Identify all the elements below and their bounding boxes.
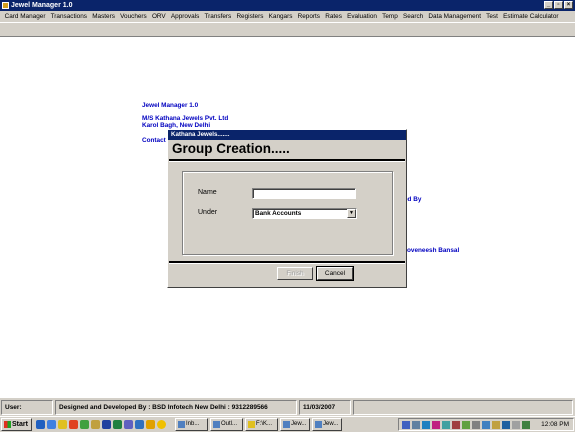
task-folder[interactable]: F:\K...	[245, 418, 278, 431]
menu-estimate-calculator[interactable]: Estimate Calculator	[501, 11, 562, 22]
task-label: Jew...	[323, 421, 339, 427]
menu-evaluation[interactable]: Evaluation	[345, 11, 380, 22]
task-label: Jew...	[291, 421, 307, 427]
task-icon	[178, 421, 185, 428]
task-icon	[248, 421, 255, 428]
app-icon-2[interactable]	[91, 420, 100, 429]
menu-registers[interactable]: Registers	[234, 11, 266, 22]
menu-orv[interactable]: ORV	[149, 11, 168, 22]
menu-card-manager[interactable]: Card Manager	[2, 11, 48, 22]
tray-icon-6[interactable]	[452, 421, 460, 429]
heading-divider	[169, 159, 405, 162]
status-date: 11/03/2007	[299, 400, 351, 415]
task-jewel-1[interactable]: Jew...	[280, 418, 310, 431]
media-icon[interactable]	[69, 420, 78, 429]
bg-contact: Contact	[142, 137, 166, 144]
menu-approvals[interactable]: Approvals	[168, 11, 202, 22]
tray-icon-5[interactable]	[442, 421, 450, 429]
bg-address: Karol Bagh, New Delhi	[142, 122, 211, 129]
app-icon	[2, 2, 9, 9]
dialog-title-bar: Kathana Jewels.......	[168, 130, 406, 140]
task-outlook[interactable]: Outl...	[210, 418, 243, 431]
task-icon	[283, 421, 290, 428]
word-icon[interactable]	[102, 420, 111, 429]
restore-button[interactable]: ▫	[554, 1, 563, 9]
menu-reports[interactable]: Reports	[295, 11, 323, 22]
name-label: Name	[198, 189, 217, 196]
menu-transfers[interactable]: Transfers	[202, 11, 234, 22]
tray-icon-9[interactable]	[482, 421, 490, 429]
smiley-icon[interactable]	[157, 420, 166, 429]
task-inbox[interactable]: Inb...	[175, 418, 208, 431]
group-creation-dialog: Kathana Jewels....... Group Creation....…	[167, 129, 407, 288]
ie-icon[interactable]	[36, 420, 45, 429]
status-empty-pane	[353, 400, 573, 415]
bg-app-name: Jewel Manager 1.0	[142, 102, 199, 109]
under-selected-value: Bank Accounts	[255, 210, 302, 217]
task-icon	[315, 421, 322, 428]
status-user: User:	[1, 400, 53, 415]
start-label: Start	[12, 421, 28, 428]
app-title-bar: Jewel Manager 1.0 _ ▫ ×	[0, 0, 575, 11]
chevron-down-icon[interactable]: ▼	[347, 209, 356, 218]
minimize-button[interactable]: _	[544, 1, 553, 9]
excel-icon[interactable]	[113, 420, 122, 429]
tray-icon-4[interactable]	[432, 421, 440, 429]
taskbar-clock[interactable]: 12:08 PM	[541, 419, 569, 431]
name-input[interactable]	[252, 188, 356, 199]
close-button[interactable]: ×	[564, 1, 573, 9]
chat-icon[interactable]	[146, 420, 155, 429]
bg-company: M/S Kathana Jewels Pvt. Ltd	[142, 115, 229, 122]
menu-kangars[interactable]: Kangars	[266, 11, 295, 22]
app-title: Jewel Manager 1.0	[11, 2, 73, 9]
dialog-heading: Group Creation.....	[172, 141, 290, 156]
under-label: Under	[198, 209, 218, 216]
start-button[interactable]: Start	[1, 418, 32, 431]
windows-logo-icon	[4, 421, 11, 428]
finish-button[interactable]: Finish	[277, 267, 313, 280]
menu-masters[interactable]: Masters	[90, 11, 118, 22]
task-label: Outl...	[221, 421, 238, 427]
menu-bar: Card Manager Transactions Masters Vouche…	[0, 11, 575, 22]
tray-icon-3[interactable]	[422, 421, 430, 429]
bg-person: oveneesh Bansal	[407, 247, 460, 254]
app-icon-1[interactable]	[80, 420, 89, 429]
under-select[interactable]: Bank Accounts ▼	[252, 208, 357, 219]
tray-icon-7[interactable]	[462, 421, 470, 429]
status-designed-by: Designed and Developed By : BSD Infotech…	[55, 400, 297, 415]
cancel-button[interactable]: Cancel	[316, 266, 354, 281]
tray-icon-11[interactable]	[502, 421, 510, 429]
task-label: F:\K...	[256, 421, 273, 427]
footer-divider	[169, 261, 405, 264]
taskbar: Start Inb... Outl... F:\K... Jew... Jew.…	[0, 416, 575, 432]
status-bar: User: Designed and Developed By : BSD In…	[0, 397, 575, 416]
tray-icon-1[interactable]	[402, 421, 410, 429]
outlook-icon[interactable]	[47, 420, 56, 429]
network-icon[interactable]	[522, 421, 530, 429]
menu-vouchers[interactable]: Vouchers	[118, 11, 150, 22]
task-icon	[213, 421, 220, 428]
tray-icon-8[interactable]	[472, 421, 480, 429]
system-tray: 12:08 PM	[398, 418, 574, 431]
messenger-icon[interactable]	[135, 420, 144, 429]
menu-temp[interactable]: Temp	[380, 11, 401, 22]
search-icon[interactable]	[124, 420, 133, 429]
menu-data-management[interactable]: Data Management	[426, 11, 484, 22]
tray-icon-2[interactable]	[412, 421, 420, 429]
menu-rates[interactable]: Rates	[323, 11, 345, 22]
toolbar-strip	[0, 22, 575, 37]
tray-icon-10[interactable]	[492, 421, 500, 429]
menu-search[interactable]: Search	[400, 11, 425, 22]
menu-transactions[interactable]: Transactions	[48, 11, 90, 22]
task-jewel-2[interactable]: Jew...	[312, 418, 342, 431]
folder-icon[interactable]	[58, 420, 67, 429]
menu-test[interactable]: Test	[484, 11, 501, 22]
task-label: Inb...	[186, 421, 200, 427]
volume-icon[interactable]	[512, 421, 520, 429]
